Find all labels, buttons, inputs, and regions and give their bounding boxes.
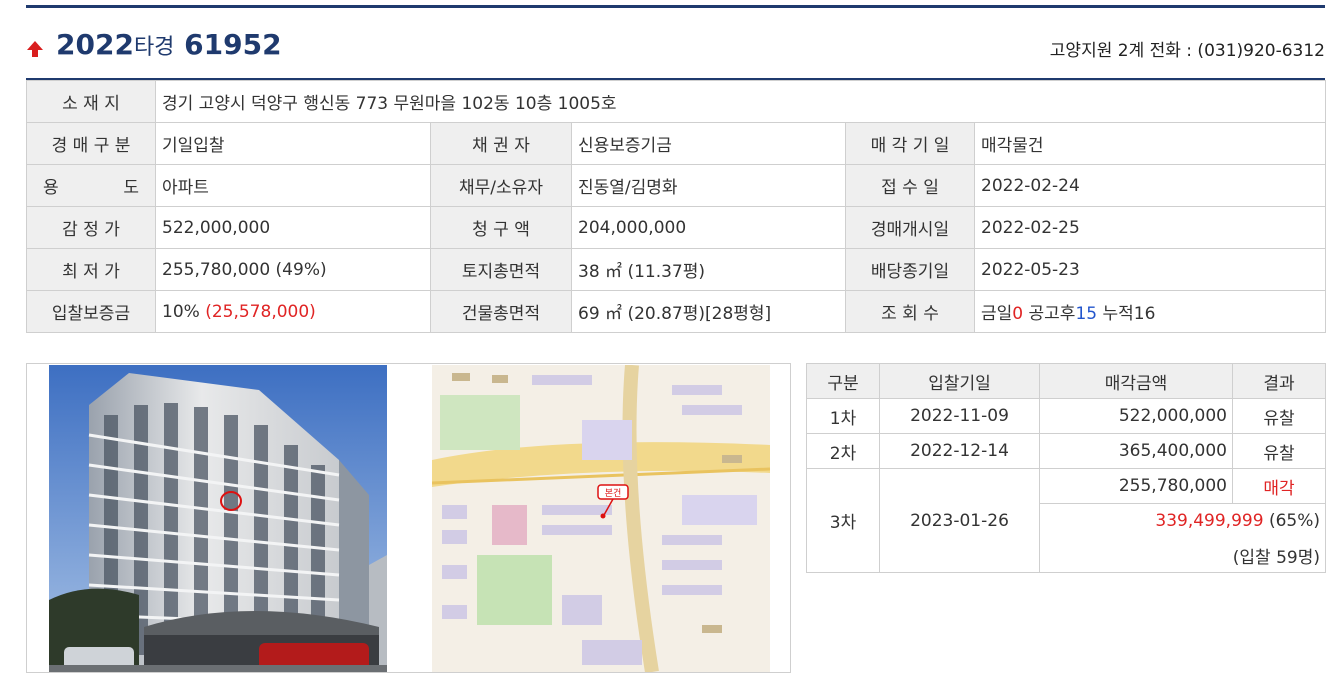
creditor-label: 채 권 자 [430, 122, 572, 165]
minimum-label: 최 저 가 [26, 248, 156, 291]
debtor-value: 진동열/김명화 [571, 164, 846, 207]
table-row: 용도 아파트 채무/소유자 진동열/김명화 접 수 일 2022-02-24 [26, 164, 1327, 207]
winning-bid-cell: 339,499,999 (65%) [1039, 503, 1326, 538]
col-amount: 매각금액 [1039, 363, 1233, 399]
deposit-label: 입찰보증금 [26, 290, 156, 333]
map-pin-label: 본건 [605, 488, 622, 499]
table-row: 3차 2023-01-26 255,780,000 매각 [806, 468, 1326, 573]
table-row: 입찰보증금 10% (25,578,000) 건물총면적 69 ㎡ (20.87… [26, 290, 1327, 333]
media-panel: 본건 [26, 363, 791, 673]
winning-amount: 339,499,999 [1155, 511, 1264, 531]
winning-pct: (65%) [1268, 511, 1320, 531]
amount-cell: 255,780,000 [1039, 468, 1233, 504]
location-map[interactable]: 본건 [432, 365, 770, 672]
use-label: 용도 [26, 164, 156, 207]
round-cell: 3차 [806, 468, 880, 573]
round-cell: 1차 [806, 398, 880, 434]
result-cell: 유찰 [1232, 433, 1326, 469]
use-label-text: 용도 [33, 173, 149, 198]
deposit-amount: (25,578,000) [205, 301, 316, 322]
sale-date-label: 매 각 기 일 [845, 122, 975, 165]
col-result: 결과 [1232, 363, 1326, 399]
views-today: 0 [1012, 304, 1024, 324]
appraisal-label: 감 정 가 [26, 206, 156, 249]
amount-cell: 365,400,000 [1039, 433, 1233, 469]
deposit-value: 10% (25,578,000) [155, 290, 431, 333]
views-value: 금일0 공고후15 누적16 [973, 290, 1327, 333]
court-contact: 고양지원 2계 전화 : (031)920-6312 [1049, 41, 1325, 61]
table-row: 1차 2022-11-09 522,000,000 유찰 [806, 398, 1326, 434]
sale-date-value: 매각물건 [973, 122, 1327, 165]
views-after-label: 공고후 [1028, 304, 1076, 324]
result-cell: 유찰 [1232, 398, 1326, 434]
receipt-label: 접 수 일 [845, 164, 975, 207]
views-total-label: 누적 [1102, 304, 1134, 324]
dividend-label: 배당종기일 [845, 248, 975, 291]
result-cell: 매각 [1232, 468, 1326, 504]
claim-value: 204,000,000 [571, 206, 846, 249]
creditor-value: 신용보증기금 [571, 122, 846, 165]
use-label-char-2: 도 [123, 178, 139, 198]
table-row: 2차 2022-12-14 365,400,000 유찰 [806, 433, 1326, 469]
table-header-row: 구분 입찰기일 매각금액 결과 [806, 363, 1326, 399]
table-row: 감 정 가 522,000,000 청 구 액 204,000,000 경매개시… [26, 206, 1327, 249]
building-photo[interactable] [49, 365, 387, 672]
building-area-label: 건물총면적 [430, 290, 572, 333]
bidders-cell: (입찰 59명) [1039, 538, 1326, 573]
appraisal-value: 522,000,000 [155, 206, 431, 249]
dividend-value: 2022-05-23 [973, 248, 1327, 291]
amount-cell: 522,000,000 [1039, 398, 1233, 434]
start-value: 2022-02-25 [973, 206, 1327, 249]
table-row: 최 저 가 255,780,000 (49%) 토지총면적 38 ㎡ (11.3… [26, 248, 1327, 291]
round-cell: 2차 [806, 433, 880, 469]
arrow-up-icon[interactable] [26, 40, 44, 58]
claim-label: 청 구 액 [430, 206, 572, 249]
date-cell: 2022-12-14 [879, 433, 1040, 469]
case-info-table: 소 재 지 경기 고양시 덕양구 행신동 773 무원마을 102동 10층 1… [26, 80, 1327, 333]
land-area-value: 38 ㎡ (11.37평) [571, 248, 846, 291]
views-after: 15 [1075, 304, 1098, 324]
location-value: 경기 고양시 덕양구 행신동 773 무원마을 102동 10층 1005호 [154, 80, 1327, 123]
col-date: 입찰기일 [879, 363, 1040, 399]
table-row: 경 매 구 분 기일입찰 채 권 자 신용보증기금 매 각 기 일 매각물건 [26, 122, 1327, 165]
building-area-value: 69 ㎡ (20.87평)[28평형] [571, 290, 846, 333]
use-value: 아파트 [155, 164, 431, 207]
views-today-label: 금일 [981, 304, 1013, 324]
views-total: 16 [1133, 304, 1156, 324]
location-label: 소 재 지 [26, 80, 156, 123]
deposit-pct: 10% [162, 301, 200, 322]
bid-history-table: 구분 입찰기일 매각금액 결과 1차 2022-11-09 522,000,00… [806, 363, 1326, 573]
start-label: 경매개시일 [845, 206, 975, 249]
use-label-char-1: 용 [43, 178, 59, 198]
col-round: 구분 [806, 363, 880, 399]
views-label: 조 회 수 [845, 290, 975, 333]
auction-type-label: 경 매 구 분 [26, 122, 156, 165]
case-header: 2022타경 61952 고양지원 2계 전화 : (031)920-6312 [26, 28, 1325, 68]
table-row: 소 재 지 경기 고양시 덕양구 행신동 773 무원마을 102동 10층 1… [26, 80, 1327, 123]
debtor-label: 채무/소유자 [430, 164, 572, 207]
date-cell: 2022-11-09 [879, 398, 1040, 434]
land-area-label: 토지총면적 [430, 248, 572, 291]
receipt-value: 2022-02-24 [973, 164, 1327, 207]
auction-type-value: 기일입찰 [155, 122, 431, 165]
top-rule [26, 5, 1325, 8]
case-number: 2022타경 61952 [56, 28, 282, 61]
date-cell: 2023-01-26 [879, 468, 1040, 573]
minimum-value: 255,780,000 (49%) [155, 248, 431, 291]
